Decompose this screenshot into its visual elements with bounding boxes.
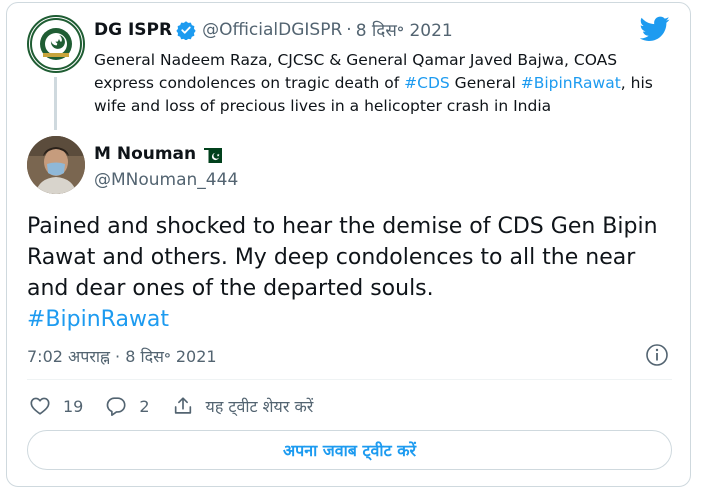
- twitter-bird-icon[interactable]: [640, 16, 670, 42]
- author-handle[interactable]: @MNouman_444: [94, 170, 238, 190]
- author-name-row: M Nouman: [94, 144, 223, 164]
- verified-badge-icon: [176, 20, 196, 40]
- divider-top: [27, 379, 672, 380]
- share-action[interactable]: यह ट्वीट शेयर करें: [172, 395, 314, 417]
- parent-text-part-2: General: [449, 74, 521, 92]
- pakistan-flag-icon: [204, 147, 223, 163]
- reply-tweet-button[interactable]: अपना जवाब ट्वीट करें: [27, 430, 672, 470]
- author-name[interactable]: M Nouman: [94, 144, 196, 164]
- separator-dot: ·: [346, 19, 352, 40]
- hashtag-link-cds[interactable]: #CDS: [404, 74, 450, 92]
- parent-tweet-header: DG ISPR @OfficialDGISPR · 8 दिस॰ 2021: [94, 18, 453, 42]
- reply-count: 2: [139, 396, 150, 416]
- ispr-emblem-icon: [30, 18, 82, 70]
- tweet-actions: 19 2 यह ट्वीट शेयर करें: [29, 395, 335, 417]
- heart-icon: [30, 397, 50, 415]
- parent-tweet-text: General Nadeem Raza, CJCSC & General Qam…: [94, 49, 664, 118]
- share-icon: [174, 397, 191, 414]
- reply-action[interactable]: 2: [105, 395, 150, 417]
- like-action[interactable]: 19: [29, 395, 83, 417]
- tweet-card: DG ISPR @OfficialDGISPR · 8 दिस॰ 2021 Ge…: [6, 2, 691, 487]
- info-icon[interactable]: [645, 343, 669, 367]
- parent-tweet-date[interactable]: 8 दिस॰ 2021: [356, 18, 453, 41]
- hashtag-link[interactable]: #BipinRawat: [27, 307, 169, 332]
- parent-author-name[interactable]: DG ISPR: [94, 20, 172, 40]
- share-label: यह ट्वीट शेयर करें: [205, 397, 314, 416]
- like-count: 19: [63, 396, 84, 416]
- tweet-text: Pained and shocked to hear the demise of…: [27, 211, 677, 335]
- hashtag-link-bipinrawat[interactable]: #BipinRawat: [521, 74, 621, 92]
- user-avatar[interactable]: [27, 136, 85, 194]
- thread-connector-line: [54, 77, 57, 130]
- tweet-body: Pained and shocked to hear the demise of…: [27, 214, 658, 301]
- profile-photo-icon: [27, 136, 85, 194]
- tweet-timestamp[interactable]: 7:02 अपराह्न · 8 दिस॰ 2021: [27, 345, 217, 367]
- ispr-avatar[interactable]: [27, 15, 85, 73]
- parent-author-handle[interactable]: @OfficialDGISPR: [202, 20, 342, 40]
- reply-bubble-icon: [107, 397, 126, 416]
- reply-button-label: अपना जवाब ट्वीट करें: [282, 441, 417, 460]
